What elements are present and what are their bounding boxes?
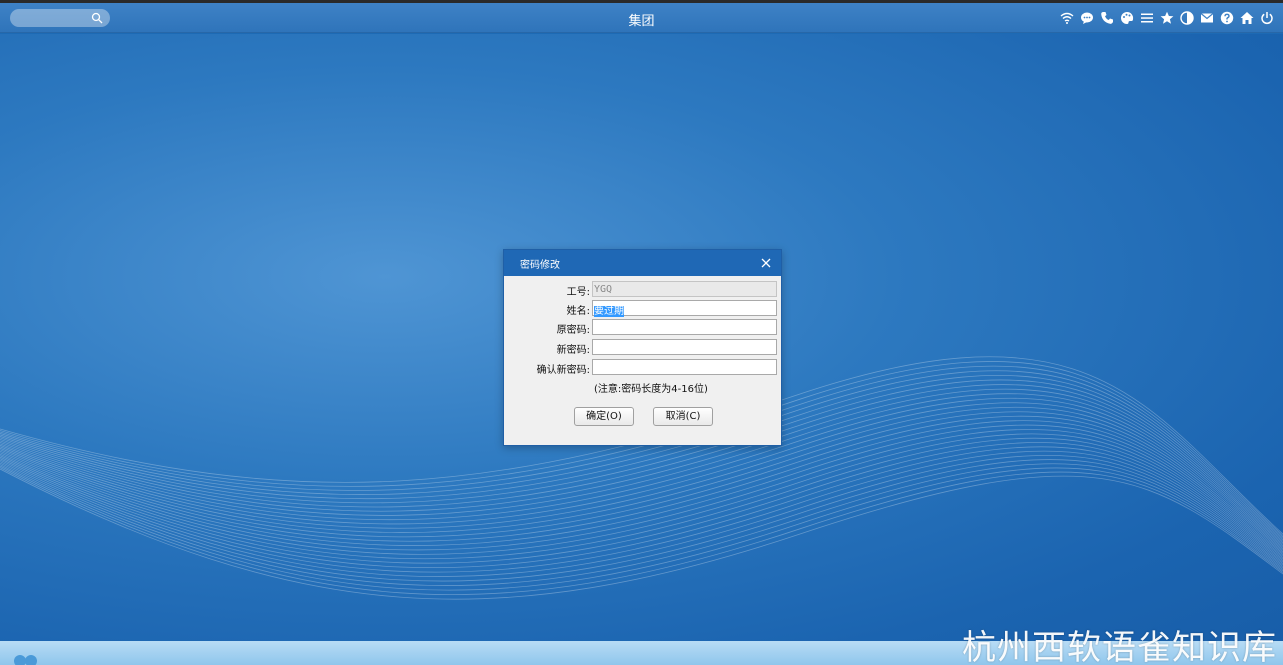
wave-line bbox=[0, 468, 1283, 600]
new-password-field[interactable] bbox=[592, 339, 777, 355]
phone-icon[interactable] bbox=[1099, 10, 1115, 26]
row-new-password: 新密码: bbox=[504, 339, 781, 357]
menu-icon[interactable] bbox=[1139, 10, 1155, 26]
star-icon[interactable] bbox=[1159, 10, 1175, 26]
confirm-password-label: 确认新密码: bbox=[536, 365, 590, 376]
wave-line bbox=[0, 433, 1283, 560]
ok-button[interactable]: 确定(O) bbox=[574, 407, 634, 426]
password-length-note: (注意:密码长度为4-16位) bbox=[594, 384, 708, 395]
mail-icon[interactable] bbox=[1199, 10, 1215, 26]
row-confirm-password: 确认新密码: bbox=[504, 359, 781, 377]
cancel-button[interactable]: 取消(C) bbox=[653, 407, 713, 426]
search-icon[interactable] bbox=[91, 12, 103, 24]
wave-line bbox=[0, 450, 1283, 573]
dialog-title: 密码修改 bbox=[520, 260, 560, 271]
help-icon[interactable] bbox=[1219, 10, 1235, 26]
employee-id-field bbox=[592, 281, 777, 297]
employee-id-label: 工号: bbox=[566, 287, 590, 298]
name-field[interactable]: 要过期 bbox=[592, 300, 777, 317]
row-employee-id: 工号: bbox=[504, 281, 781, 299]
dialog-titlebar[interactable]: 密码修改 bbox=[504, 250, 781, 276]
new-password-label: 新密码: bbox=[556, 345, 590, 356]
old-password-field[interactable] bbox=[592, 319, 777, 335]
message-icon[interactable] bbox=[1079, 10, 1095, 26]
theme-icon[interactable] bbox=[1179, 10, 1195, 26]
wifi-icon[interactable] bbox=[1059, 10, 1075, 26]
home-icon[interactable] bbox=[1239, 10, 1255, 26]
close-icon[interactable] bbox=[759, 256, 773, 270]
password-change-dialog: 密码修改 工号: 姓名: 要过期 原密码: 新密码: 确认新密码: (注意:密码… bbox=[503, 249, 782, 446]
name-label: 姓名: bbox=[566, 306, 590, 317]
start-logo-icon[interactable] bbox=[12, 652, 40, 665]
power-icon[interactable] bbox=[1259, 10, 1275, 26]
confirm-password-field[interactable] bbox=[592, 359, 777, 375]
search-box[interactable] bbox=[10, 9, 110, 27]
wave-line bbox=[0, 429, 1283, 559]
wave-line bbox=[0, 465, 1283, 591]
top-bar-icons bbox=[1059, 10, 1275, 26]
old-password-label: 原密码: bbox=[556, 325, 590, 336]
wave-line bbox=[0, 442, 1283, 564]
name-field-selected-text: 要过期 bbox=[594, 306, 624, 317]
watermark-text: 杭州西软语雀知识库 bbox=[962, 628, 1277, 665]
palette-icon[interactable] bbox=[1119, 10, 1135, 26]
top-bar: 集团 bbox=[0, 3, 1283, 33]
row-name: 姓名: 要过期 bbox=[504, 300, 781, 318]
row-old-password: 原密码: bbox=[504, 319, 781, 337]
